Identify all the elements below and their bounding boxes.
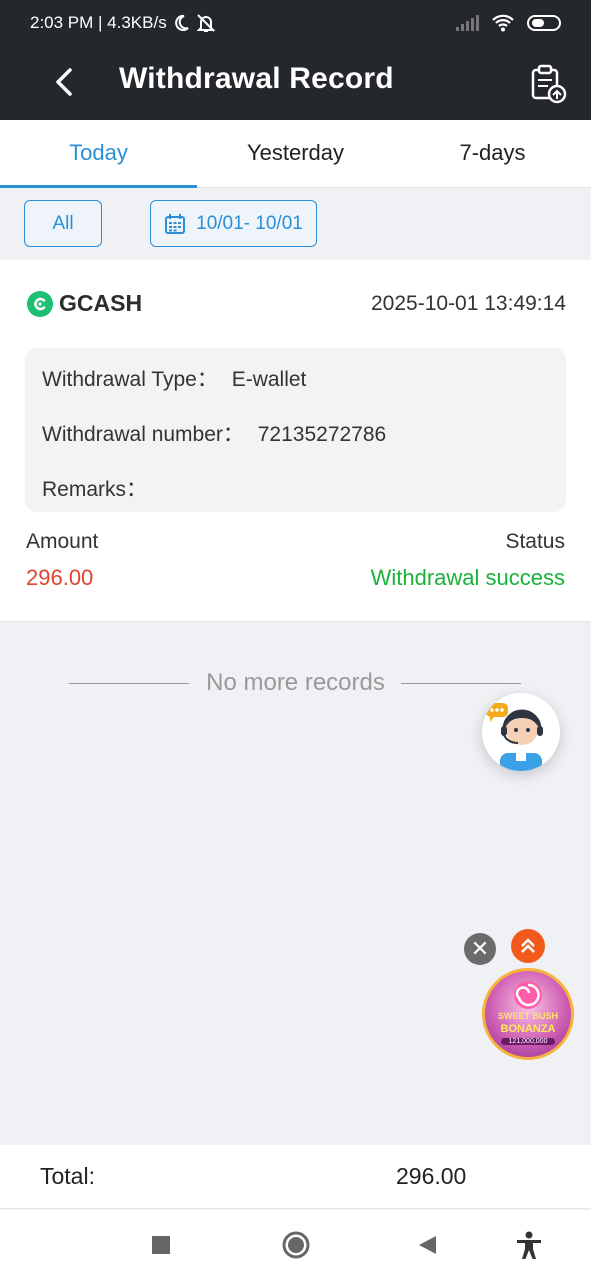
total-bar: Total: 296.00 bbox=[0, 1145, 591, 1209]
battery-icon bbox=[527, 15, 561, 31]
withdrawal-number-row: Withdrawal number： 72135272786 bbox=[42, 418, 386, 448]
expand-promo-button[interactable] bbox=[511, 929, 545, 963]
wifi-icon bbox=[492, 14, 514, 32]
record-datetime: 2025-10-01 13:49:14 bbox=[371, 292, 566, 315]
period-tabs: Today Yesterday 7-days bbox=[0, 120, 591, 188]
recents-square-icon[interactable] bbox=[151, 1235, 171, 1255]
home-circle-icon[interactable] bbox=[281, 1230, 311, 1260]
lollipop-icon bbox=[514, 981, 542, 1009]
status-time-speed: 2:03 PM | 4.3KB/s bbox=[30, 13, 167, 32]
divider-right bbox=[401, 683, 521, 684]
close-promo-button[interactable]: ✕ bbox=[464, 933, 496, 965]
gcash-logo-icon bbox=[27, 290, 53, 317]
remarks-row: Remarks： bbox=[42, 473, 147, 503]
status-bar: 2:03 PM | 4.3KB/s bbox=[0, 0, 591, 46]
record-details: Withdrawal Type： E-wallet Withdrawal num… bbox=[25, 348, 566, 512]
date-range-button[interactable]: 10/01- 10/01 bbox=[150, 200, 317, 247]
withdrawal-record-card[interactable]: GCASH 2025-10-01 13:49:14 Withdrawal Typ… bbox=[0, 260, 591, 622]
amount-label: Amount bbox=[26, 530, 99, 553]
amount-value: 296.00 bbox=[26, 565, 94, 590]
withdrawal-number-value: 72135272786 bbox=[257, 423, 387, 446]
withdrawal-number-label: Withdrawal number： bbox=[42, 423, 244, 446]
game-promo-button[interactable]: SWEET BUSH BONANZA 121,000,000 bbox=[482, 968, 574, 1060]
tab-today[interactable]: Today bbox=[0, 120, 197, 188]
accessibility-icon[interactable] bbox=[514, 1230, 544, 1260]
clipboard-upload-icon[interactable] bbox=[526, 62, 570, 106]
game-title-line2: BONANZA bbox=[500, 1023, 556, 1035]
moon-icon bbox=[174, 14, 189, 31]
system-nav-bar bbox=[0, 1210, 591, 1280]
total-label: Total: bbox=[40, 1163, 95, 1189]
app-header: Withdrawal Record bbox=[0, 46, 591, 120]
withdrawal-type-label: Withdrawal Type： bbox=[42, 368, 218, 391]
calendar-icon bbox=[165, 213, 186, 234]
status-badge: Withdrawal success bbox=[370, 565, 565, 590]
remarks-label: Remarks： bbox=[42, 478, 148, 501]
payment-method-label: GCASH bbox=[59, 290, 143, 316]
no-more-records: No more records bbox=[0, 668, 591, 698]
payment-method: GCASH bbox=[27, 290, 142, 317]
withdrawal-type-row: Withdrawal Type： E-wallet bbox=[42, 363, 306, 393]
page-title: Withdrawal Record bbox=[119, 62, 394, 95]
customer-support-button[interactable] bbox=[482, 693, 560, 771]
tab-yesterday[interactable]: Yesterday bbox=[197, 120, 394, 187]
signal-icon bbox=[456, 15, 479, 31]
game-jackpot-amount: 121,000,000 bbox=[501, 1038, 555, 1045]
withdrawal-type-value: E-wallet bbox=[231, 368, 307, 391]
filter-bar: All 10/01- 10/01 bbox=[0, 188, 591, 260]
status-label: Status bbox=[505, 530, 565, 553]
tab-7-days[interactable]: 7-days bbox=[394, 120, 591, 187]
double-chevron-up-icon bbox=[521, 938, 535, 953]
total-value: 296.00 bbox=[396, 1163, 467, 1189]
back-triangle-icon[interactable] bbox=[416, 1234, 438, 1256]
date-range-label: 10/01- 10/01 bbox=[196, 212, 303, 234]
back-chevron-icon[interactable] bbox=[50, 62, 80, 102]
support-agent-icon bbox=[486, 703, 543, 771]
filter-all-button[interactable]: All bbox=[24, 200, 102, 247]
game-title-line1: SWEET BUSH bbox=[497, 1011, 558, 1021]
bell-off-icon bbox=[196, 14, 216, 32]
